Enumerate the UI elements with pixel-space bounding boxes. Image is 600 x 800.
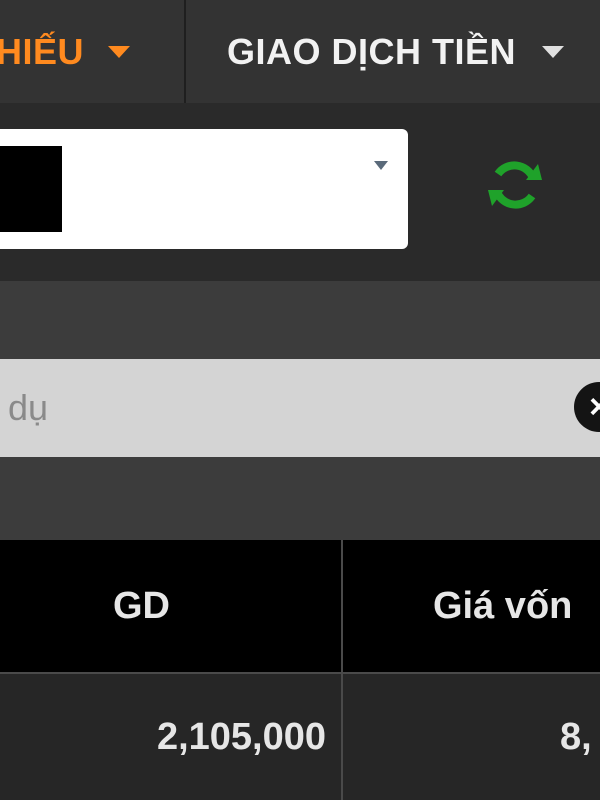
- tab-stock-trading[interactable]: HIẾU: [0, 0, 183, 103]
- close-icon: ×: [589, 388, 600, 426]
- tab-money-transactions[interactable]: GIAO DỊCH TIỀN: [227, 0, 600, 103]
- column-divider: [341, 540, 343, 800]
- filter-band: [0, 281, 600, 359]
- search-box: [0, 359, 600, 457]
- cell-gia-von: 8,: [560, 715, 592, 758]
- chevron-down-icon: [108, 45, 131, 58]
- redacted-account-number: [0, 146, 62, 232]
- column-header-gd: GD: [0, 540, 340, 672]
- cell-gd: 2,105,000: [156, 715, 326, 758]
- tab-stock-trading-label: HIẾU: [0, 30, 85, 72]
- caret-down-icon: [374, 158, 388, 176]
- column-header-gd-label: GD: [113, 584, 170, 627]
- column-header-gia-von-label: Giá vốn: [433, 584, 573, 627]
- column-header-gia-von: Giá vốn: [433, 540, 600, 672]
- filter-band-lower: [0, 457, 600, 540]
- refresh-icon[interactable]: [486, 158, 544, 212]
- clear-search-button[interactable]: ×: [574, 382, 600, 432]
- top-nav: HIẾU GIAO DỊCH TIỀN: [0, 0, 600, 103]
- nav-divider: [184, 0, 186, 103]
- chevron-down-icon: [542, 45, 565, 58]
- tab-money-transactions-label: GIAO DỊCH TIỀN: [227, 30, 517, 72]
- search-input[interactable]: [0, 359, 560, 457]
